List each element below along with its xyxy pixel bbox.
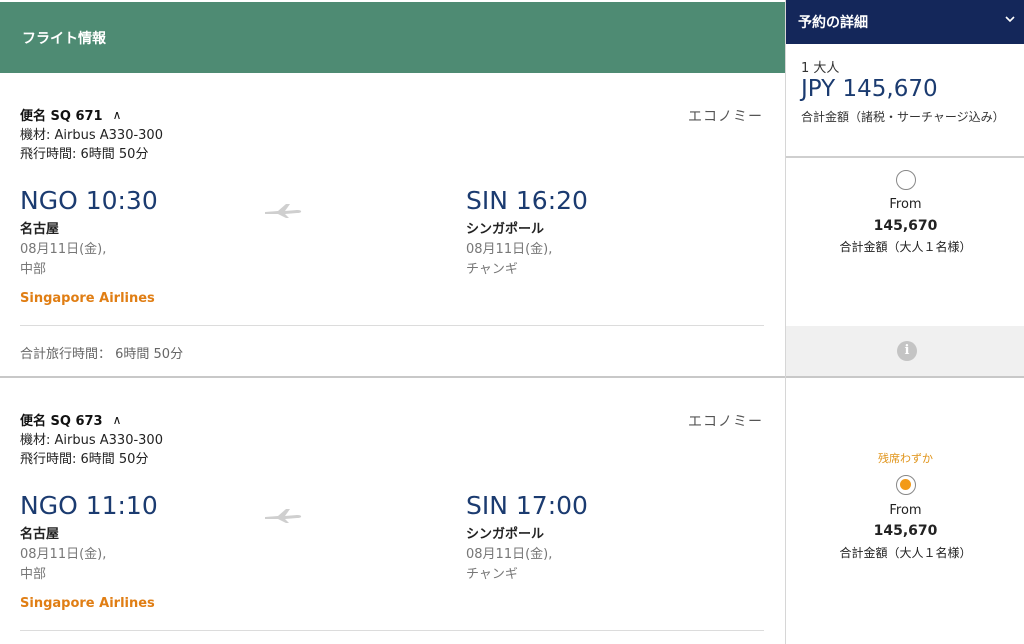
departure-city: 名古屋 [20, 222, 60, 237]
departure-time: NGO 10:30 [20, 186, 158, 215]
arrival-time: SIN 16:20 [466, 186, 588, 215]
flight-info-header: フライト情報 [0, 2, 785, 73]
arrival-date: 08月11日(金), [466, 547, 553, 562]
fare-radio-selected[interactable] [896, 475, 916, 495]
flight-number: 便名 SQ 673 [20, 414, 103, 429]
section-separator [786, 376, 1024, 378]
cabin-class: エコノミー [688, 109, 763, 125]
total-travel-time: 合計旅行時間： 6時間 50分 [20, 347, 184, 362]
flight-info-panel: フライト情報 便名 SQ 671 ∧ エコノミー 機材: Airbus A330-… [0, 0, 785, 644]
fare-note: 合計金額（大人１名様） [839, 240, 972, 254]
airline-name: Singapore Airlines [20, 596, 155, 611]
total-price: JPY 145,670 [801, 76, 938, 102]
departure-date: 08月11日(金), [20, 547, 107, 562]
arrival-city: シンガポール [466, 527, 545, 542]
chevron-down-icon[interactable] [1005, 14, 1015, 24]
seats-left-badge: 残席わずか [878, 452, 933, 465]
airplane-icon [265, 509, 302, 523]
aircraft: 機材: Airbus A330-300 [20, 128, 163, 143]
booking-panel: 予約の詳細 1 大人 JPY 145,670 合計金額（諸税・サーチャージ込み）… [785, 0, 1024, 644]
fare-note: 合計金額（大人１名様） [839, 546, 972, 560]
departure-date: 08月11日(金), [20, 242, 107, 257]
arrival-date: 08月11日(金), [466, 242, 553, 257]
departure-airport: 中部 [20, 567, 47, 582]
fare-from-label: From [889, 503, 922, 518]
info-icon[interactable]: i [897, 341, 917, 361]
divider [20, 630, 764, 631]
flight-duration: 飛行時間: 6時間 50分 [20, 452, 149, 467]
flight-number-toggle[interactable]: 便名 SQ 671 ∧ [20, 105, 121, 124]
divider [20, 325, 764, 326]
arrival-time: SIN 17:00 [466, 491, 588, 520]
aircraft: 機材: Airbus A330-300 [20, 433, 163, 448]
flight-card: 便名 SQ 673 ∧ エコノミー 機材: Airbus A330-300 飛行時… [0, 378, 785, 644]
section-title: フライト情報 [22, 31, 106, 47]
arrival-city: シンガポール [466, 222, 545, 237]
departure-airport: 中部 [20, 262, 47, 277]
arrival-airport: チャンギ [466, 262, 518, 277]
fare-price: 145,670 [873, 523, 938, 539]
flight-number: 便名 SQ 671 [20, 109, 103, 124]
price-summary: 1 大人 JPY 145,670 合計金額（諸税・サーチャージ込み） [786, 44, 1024, 158]
chevron-up-icon[interactable]: ∧ [113, 108, 122, 122]
booking-details-title: 予約の詳細 [798, 15, 868, 31]
airline-name: Singapore Airlines [20, 291, 155, 306]
booking-details-header[interactable]: 予約の詳細 [786, 0, 1024, 44]
fare-radio[interactable] [896, 170, 916, 190]
fare-info-strip: i [786, 326, 1024, 376]
departure-city: 名古屋 [20, 527, 60, 542]
airplane-icon [265, 204, 302, 218]
departure-time: NGO 11:10 [20, 491, 158, 520]
fare-price: 145,670 [873, 218, 938, 234]
flight-number-toggle[interactable]: 便名 SQ 673 ∧ [20, 410, 121, 429]
cabin-class: エコノミー [688, 414, 763, 430]
price-note: 合計金額（諸税・サーチャージ込み） [801, 110, 1005, 124]
arrival-airport: チャンギ [466, 567, 518, 582]
fare-from-label: From [889, 197, 922, 212]
passenger-count: 1 大人 [801, 61, 840, 76]
chevron-up-icon[interactable]: ∧ [113, 413, 122, 427]
flight-card: 便名 SQ 671 ∧ エコノミー 機材: Airbus A330-300 飛行時… [0, 73, 785, 377]
flight-duration: 飛行時間: 6時間 50分 [20, 147, 149, 162]
